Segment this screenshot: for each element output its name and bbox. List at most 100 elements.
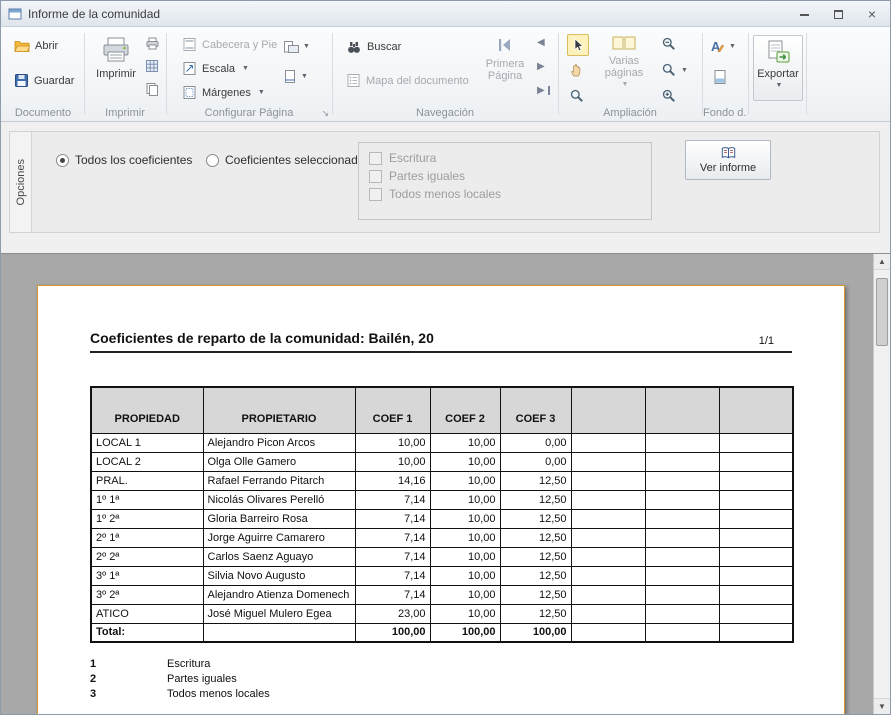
next-page-button[interactable]: ▶ <box>535 59 547 74</box>
cursor-icon <box>570 37 586 53</box>
table-cell: 12,50 <box>500 604 571 623</box>
checkbox <box>369 170 382 183</box>
page-color-button[interactable] <box>710 67 730 87</box>
window-title: Informe de la comunidad <box>28 7 160 21</box>
table-cell: 12,50 <box>500 585 571 604</box>
abrir-button[interactable]: Abrir <box>11 37 61 55</box>
table-cell <box>645 471 719 490</box>
table-cell: 23,00 <box>355 604 430 623</box>
coefficient-checkbox-group: EscrituraPartes igualesTodos menos local… <box>358 142 652 220</box>
last-page-button[interactable]: ▶ <box>535 83 552 98</box>
options-band: Opciones Todos los coeficientes Coeficie… <box>1 122 890 253</box>
pointer-tool-button[interactable] <box>567 34 589 56</box>
table-cell: Olga Olle Gamero <box>203 452 355 471</box>
table-cell <box>719 604 793 623</box>
preview-viewport[interactable]: Coeficientes de reparto de la comunidad:… <box>1 253 890 714</box>
vertical-scrollbar[interactable]: ▲ ▼ <box>873 254 890 714</box>
mapa-documento-label: Mapa del documento <box>366 75 469 87</box>
options-panel: Opciones Todos los coeficientes Coeficie… <box>9 131 880 233</box>
chevron-down-icon: ▼ <box>301 73 308 80</box>
report-table: PROPIEDADPROPIETARIOCOEF 1COEF 2COEF 3 L… <box>90 386 794 643</box>
close-button[interactable]: × <box>864 6 880 22</box>
ver-informe-label: Ver informe <box>700 162 756 174</box>
table-cell: 14,16 <box>355 471 430 490</box>
table-cell <box>645 623 719 642</box>
zoom-out-button[interactable] <box>659 34 679 54</box>
orientation-button[interactable]: ▼ <box>281 37 312 56</box>
scrollbar-thumb[interactable] <box>876 278 888 346</box>
table-cell: 7,14 <box>355 566 430 585</box>
report-title: Coeficientes de reparto de la comunidad:… <box>90 330 434 346</box>
table-cell <box>571 528 645 547</box>
table-cell <box>645 528 719 547</box>
table-cell: 12,50 <box>500 528 571 547</box>
maximize-button[interactable] <box>830 6 846 22</box>
table-cell <box>645 585 719 604</box>
table-cell <box>719 433 793 452</box>
table-cell: ATICO <box>91 604 203 623</box>
zoom-in-icon <box>661 88 677 104</box>
chevron-down-icon: ▼ <box>681 67 688 74</box>
print-button[interactable]: Imprimir <box>90 32 142 100</box>
quick-print-button[interactable] <box>143 34 162 53</box>
radio-icon <box>206 154 219 167</box>
scrollbar-down-button[interactable]: ▼ <box>874 698 890 714</box>
hand-tool-button[interactable] <box>567 60 587 80</box>
table-row: ATICOJosé Miguel Mulero Egea23,0010,0012… <box>91 604 793 623</box>
radio-todos-los-coeficientes[interactable]: Todos los coeficientes <box>56 153 192 167</box>
watermark-icon: A <box>709 38 725 54</box>
paper-size-button[interactable]: ▼ <box>281 67 310 86</box>
close-icon: × <box>868 7 876 21</box>
table-header-cell <box>719 387 793 433</box>
last-page-bar <box>548 86 550 95</box>
table-cell: Silvia Novo Augusto <box>203 566 355 585</box>
minimize-button[interactable] <box>796 6 812 22</box>
guardar-button[interactable]: Guardar <box>11 71 77 90</box>
buscar-button[interactable]: Buscar <box>343 37 404 57</box>
table-cell: Alejandro Atienza Domenech <box>203 585 355 604</box>
table-cell: 10,00 <box>430 585 500 604</box>
table-cell <box>645 490 719 509</box>
zoom-in-button[interactable] <box>659 86 679 106</box>
zoom-icon <box>661 62 677 78</box>
scrollbar-up-button[interactable]: ▲ <box>874 254 890 270</box>
magnifier-tool-button[interactable] <box>567 86 587 106</box>
table-cell <box>645 547 719 566</box>
mapa-documento-button: Mapa del documento <box>343 71 472 90</box>
zoom-button[interactable]: ▼ <box>659 60 690 80</box>
radio-coeficientes-seleccionados[interactable]: Coeficientes seleccionados <box>206 153 370 167</box>
watermark-button[interactable]: A ▼ <box>707 36 738 56</box>
opciones-tab-label: Opciones <box>15 159 27 205</box>
grid-icon <box>145 59 159 73</box>
ribbon-group-documento: Abrir Guardar Documento <box>3 27 85 121</box>
ver-informe-button[interactable]: Ver informe <box>685 140 771 180</box>
copies-button[interactable] <box>143 80 161 98</box>
varias-paginas-button[interactable]: Varias páginas ▼ <box>595 32 653 102</box>
radio-seleccionados-label: Coeficientes seleccionados <box>225 153 370 167</box>
table-cell <box>571 509 645 528</box>
table-total-row: Total: 100,00 100,00 100,00 <box>91 623 793 642</box>
scroll-down-icon: ▼ <box>878 702 886 711</box>
table-cell <box>571 471 645 490</box>
table-cell: 12,50 <box>500 547 571 566</box>
table-cell: Rafael Ferrando Pitarch <box>203 471 355 490</box>
paper-size-icon <box>283 69 297 84</box>
group-label-configurar: Configurar Página <box>167 107 331 119</box>
print-selection-button[interactable] <box>143 57 161 75</box>
save-icon <box>14 73 29 88</box>
legend-row: 3Todos menos locales <box>90 686 270 701</box>
table-cell: 3º 1ª <box>91 566 203 585</box>
table-header-cell: COEF 3 <box>500 387 571 433</box>
margenes-button[interactable]: Márgenes ▼ <box>179 83 268 102</box>
titlebar: Informe de la comunidad × <box>1 1 890 27</box>
previous-page-button[interactable]: ◀ <box>535 35 547 50</box>
opciones-tab[interactable]: Opciones <box>10 132 32 232</box>
escala-button[interactable]: Escala ▼ <box>179 59 252 78</box>
table-header-cell <box>571 387 645 433</box>
previous-page-icon: ◀ <box>537 37 545 48</box>
table-row: 2º 2ªCarlos Saenz Aguayo7,1410,0012,50 <box>91 547 793 566</box>
next-page-icon: ▶ <box>537 61 545 72</box>
exportar-button[interactable]: Exportar ▼ <box>753 35 803 101</box>
table-header-cell: PROPIEDAD <box>91 387 203 433</box>
checkbox-row: Escritura <box>369 149 651 167</box>
